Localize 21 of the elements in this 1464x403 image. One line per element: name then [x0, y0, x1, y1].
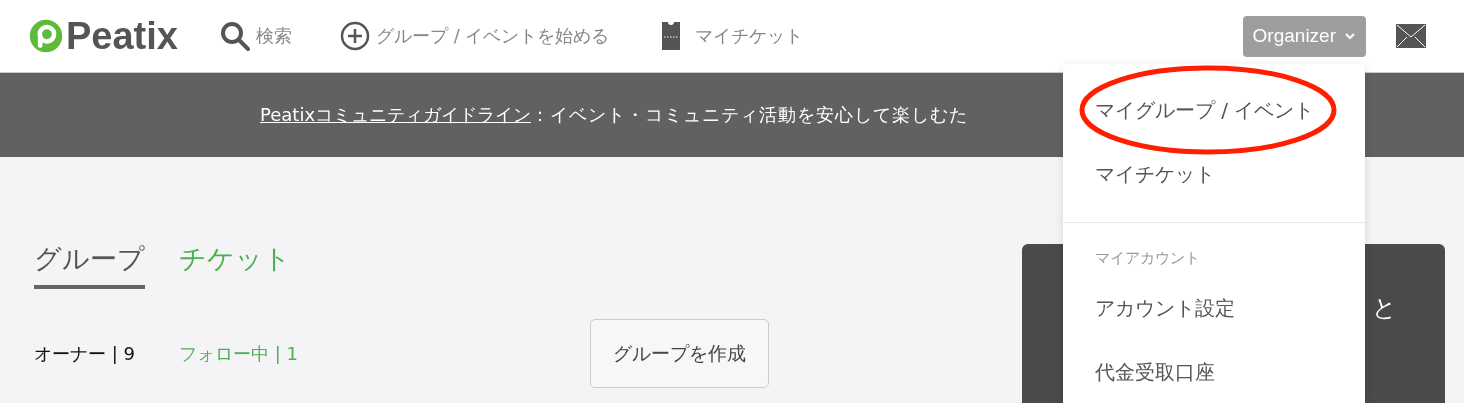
nav-link[interactable]: グループ / イベントを始める — [339, 21, 610, 51]
card-text: と — [1372, 293, 1397, 324]
menu-item[interactable]: 代金受取口座 — [1063, 340, 1365, 403]
plus-circle-icon — [339, 21, 370, 51]
logo-icon — [28, 18, 64, 54]
nav-link[interactable]: マイチケット — [661, 21, 804, 51]
mail-icon[interactable] — [1396, 24, 1426, 48]
menu-item[interactable]: マイチケット — [1063, 142, 1365, 206]
filter-link[interactable]: オーナー | 9 — [34, 341, 135, 366]
search-icon — [219, 21, 250, 51]
ticket-icon — [661, 21, 682, 51]
menu-item[interactable]: マイグループ / イベント — [1063, 78, 1365, 142]
menu-item[interactable]: アカウント設定 — [1063, 276, 1365, 340]
guideline-link[interactable]: Peatixコミュニティガイドライン — [260, 104, 532, 125]
chevron-down-icon — [1344, 32, 1356, 40]
menu-section-label: マイアカウント — [1094, 248, 1201, 269]
nav-link[interactable]: 検索 — [219, 21, 292, 51]
banner-text: Peatixコミュニティガイドライン：イベント・コミュニティ活動を安心して楽しむた — [260, 103, 969, 127]
logo-wordmark[interactable]: Peatix — [66, 14, 178, 58]
tab[interactable]: グループ — [34, 241, 145, 289]
create-group-button[interactable]: グループを作成 — [590, 319, 769, 388]
